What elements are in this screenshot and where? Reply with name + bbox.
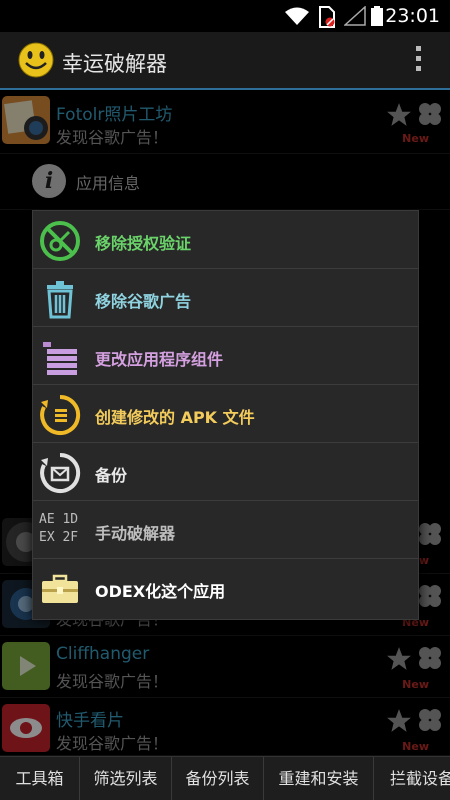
menu-item-manual-patcher[interactable]: AE 1D EX 2F 手动破解器 bbox=[33, 501, 418, 559]
no-license-icon bbox=[40, 221, 80, 261]
app-title: 幸运破解器 bbox=[62, 52, 167, 76]
menu-item-backup[interactable]: 备份 bbox=[33, 443, 418, 501]
tab-rebuild-install[interactable]: 重建和安装 bbox=[264, 757, 374, 800]
menu-item-label: 创建修改的 APK 文件 bbox=[95, 408, 255, 427]
tab-intercept[interactable]: 拦截设备 bbox=[374, 757, 450, 800]
menu-item-label: ODEX化这个应用 bbox=[95, 582, 226, 601]
bottom-tab-bar: 工具箱 筛选列表 备份列表 重建和安装 拦截设备 bbox=[0, 756, 450, 800]
tab-toolbox[interactable]: 工具箱 bbox=[0, 757, 80, 800]
action-bar: 幸运破解器 bbox=[0, 32, 450, 90]
menu-item-change-components[interactable]: 更改应用程序组件 bbox=[33, 327, 418, 385]
trash-icon bbox=[47, 281, 73, 319]
components-list-icon bbox=[43, 342, 77, 375]
backup-icon bbox=[40, 452, 81, 493]
menu-item-label: 备份 bbox=[95, 466, 128, 485]
context-menu: 移除授权验证 移除谷歌广告 更改应用程序组件 创建修改的 APK 文件 备份 A… bbox=[32, 210, 419, 620]
menu-item-remove-license[interactable]: 移除授权验证 bbox=[33, 211, 418, 269]
sim-blocked-icon bbox=[319, 6, 335, 28]
status-bar: 23:01 bbox=[0, 0, 450, 32]
battery-icon bbox=[371, 6, 383, 26]
overflow-menu-icon[interactable] bbox=[414, 46, 422, 76]
tab-filter-list[interactable]: 筛选列表 bbox=[80, 757, 172, 800]
menu-item-label: 移除谷歌广告 bbox=[95, 292, 192, 311]
toolbox-icon bbox=[42, 574, 78, 603]
menu-item-create-apk[interactable]: 创建修改的 APK 文件 bbox=[33, 385, 418, 443]
menu-item-remove-ads[interactable]: 移除谷歌广告 bbox=[33, 269, 418, 327]
signal-icon bbox=[344, 6, 366, 26]
menu-item-label: 移除授权验证 bbox=[95, 234, 192, 253]
menu-item-label: 手动破解器 bbox=[95, 524, 176, 543]
clock: 23:01 bbox=[385, 5, 440, 27]
hex-code-icon: AE 1D EX 2F bbox=[39, 512, 79, 545]
create-apk-icon bbox=[40, 394, 81, 435]
tab-backup-list[interactable]: 备份列表 bbox=[172, 757, 264, 800]
wifi-icon bbox=[285, 7, 309, 25]
menu-item-odex[interactable]: ODEX化这个应用 bbox=[33, 559, 418, 617]
menu-item-label: 更改应用程序组件 bbox=[95, 350, 224, 369]
smiley-logo-icon bbox=[18, 42, 54, 78]
